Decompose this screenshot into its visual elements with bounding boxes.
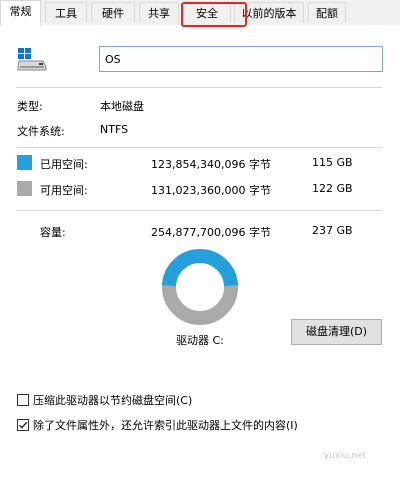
general-panel: 类型: 本地磁盘 文件系统: NTFS 已用空间: 123,854,340,09… xyxy=(0,25,400,477)
used-space-ring xyxy=(162,249,238,287)
free-space-label: 可用空间: xyxy=(40,184,88,197)
drive-icon xyxy=(17,48,47,71)
filesystem-label: 文件系统: xyxy=(17,125,65,138)
used-space-label: 已用空间: xyxy=(40,158,88,171)
type-value: 本地磁盘 xyxy=(100,100,144,113)
filesystem-value: NTFS xyxy=(100,123,129,136)
drive-name-input[interactable] xyxy=(99,46,383,72)
capacity-size: 237 GB xyxy=(312,224,353,237)
drive-letter-label: 驱动器 C: xyxy=(176,334,224,347)
used-space-bytes: 123,854,340,096 字节 xyxy=(151,158,271,171)
usage-donut-chart xyxy=(162,249,238,325)
free-space-swatch xyxy=(17,181,32,196)
divider xyxy=(16,210,382,211)
tab-sharing[interactable]: 共享 xyxy=(139,2,179,23)
divider xyxy=(16,147,382,148)
capacity-bytes: 254,877,700,096 字节 xyxy=(151,226,271,239)
free-space-size: 122 GB xyxy=(312,182,353,195)
disk-cleanup-button[interactable]: 磁盘清理(D) xyxy=(291,319,382,345)
index-option[interactable]: 除了文件属性外，还允许索引此驱动器上文件的内容(I) xyxy=(17,417,298,433)
divider xyxy=(16,87,382,88)
compress-label: 压缩此驱动器以节约磁盘空间(C) xyxy=(33,394,193,407)
tab-security[interactable]: 安全 xyxy=(183,2,231,23)
index-checkbox[interactable] xyxy=(17,419,29,431)
watermark: yuxiu.net xyxy=(323,451,366,461)
tab-general[interactable]: 常规 xyxy=(0,0,41,26)
tab-previous-versions[interactable]: 以前的版本 xyxy=(234,2,304,23)
used-space-size: 115 GB xyxy=(312,156,353,169)
capacity-label: 容量: xyxy=(40,226,66,239)
free-space-bytes: 131,023,360,000 字节 xyxy=(151,184,271,197)
tab-hardware[interactable]: 硬件 xyxy=(91,2,135,23)
used-space-swatch xyxy=(17,155,32,170)
compress-option[interactable]: 压缩此驱动器以节约磁盘空间(C) xyxy=(17,392,192,408)
compress-checkbox[interactable] xyxy=(17,394,29,406)
type-label: 类型: xyxy=(17,100,43,113)
tab-quota[interactable]: 配额 xyxy=(308,2,346,23)
tab-tools[interactable]: 工具 xyxy=(45,2,87,23)
checkmark-icon xyxy=(19,421,28,429)
tab-bar: 常规 工具 硬件 共享 安全 以前的版本 配额 xyxy=(0,0,400,27)
index-label: 除了文件属性外，还允许索引此驱动器上文件的内容(I) xyxy=(33,419,298,432)
